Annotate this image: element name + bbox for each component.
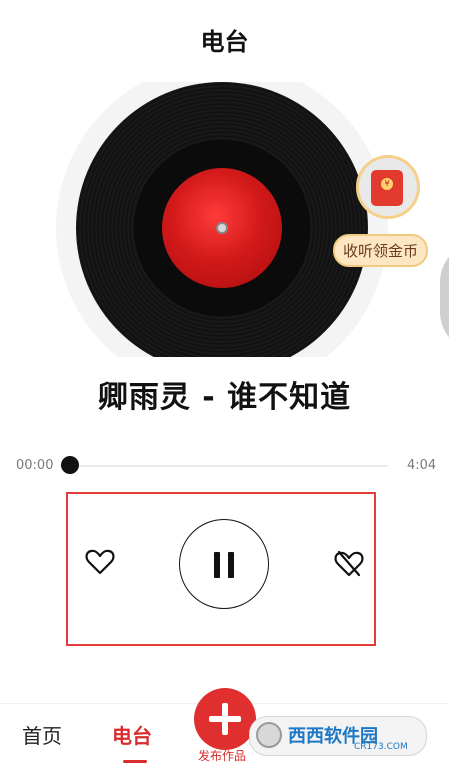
vinyl-disc: [76, 82, 368, 357]
publish-label[interactable]: 发布作品: [198, 747, 246, 764]
vinyl-area: [0, 82, 449, 357]
red-packet-icon[interactable]: ¥: [371, 170, 403, 206]
progress-knob[interactable]: [61, 456, 79, 474]
progress-track[interactable]: [60, 465, 388, 467]
coin-reward-label[interactable]: 收听领金币: [333, 234, 429, 267]
tab-radio[interactable]: 电台: [112, 720, 152, 749]
vinyl-record: [56, 82, 388, 357]
watermark-logo-icon: [256, 722, 282, 748]
watermark: 西西软件园 CR173.COM: [249, 716, 427, 756]
current-time: 00:00: [16, 458, 54, 473]
heart-icon[interactable]: [84, 546, 116, 578]
plus-icon-vertical: [222, 703, 228, 735]
active-tab-indicator: [123, 760, 147, 763]
pause-icon-bar: [228, 552, 234, 578]
total-time: 4:04: [407, 458, 437, 473]
page-title: 电台: [200, 28, 249, 56]
song-title: 卿雨灵 - 谁不知道: [97, 380, 352, 415]
watermark-sub: CR173.COM: [354, 742, 408, 752]
yuan-icon: ¥: [381, 178, 393, 190]
pause-button[interactable]: [179, 519, 269, 609]
pause-icon: [214, 552, 220, 578]
vinyl-spindle: [216, 222, 228, 234]
publish-button[interactable]: [194, 688, 256, 750]
broken-heart-icon[interactable]: [333, 548, 365, 580]
next-disc-preview: [440, 242, 449, 352]
tab-home[interactable]: 首页: [22, 720, 62, 749]
